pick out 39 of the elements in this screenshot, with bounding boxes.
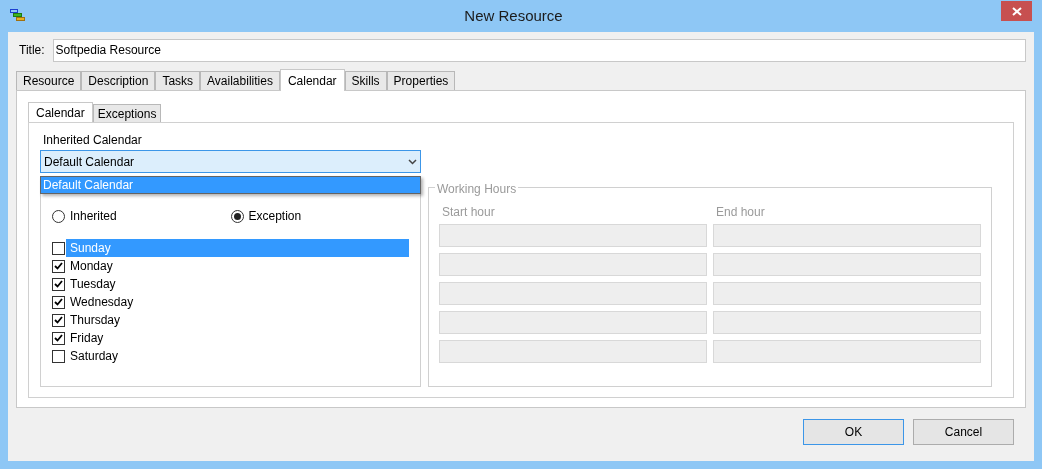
tab[interactable]: Exceptions [92, 104, 162, 122]
checkbox[interactable] [52, 313, 65, 327]
checkbox[interactable] [52, 241, 65, 255]
close-icon [1011, 6, 1022, 16]
close-button[interactable] [1001, 1, 1032, 21]
day-item[interactable]: Tuesday [66, 275, 120, 293]
window-title: New Resource [463, 5, 564, 26]
app-icon [10, 9, 26, 23]
day-item[interactable]: Thursday [66, 311, 125, 329]
tab[interactable]: Calendar [28, 102, 93, 123]
tab[interactable]: Skills [344, 71, 387, 90]
checkbox[interactable] [52, 349, 65, 363]
dialog-button[interactable]: OK [803, 419, 904, 445]
tab[interactable]: Calendar [279, 69, 345, 91]
tab[interactable]: Properties [386, 71, 456, 90]
radio-option[interactable]: Inherited [52, 207, 231, 225]
tab[interactable]: Description [81, 71, 156, 90]
title-field[interactable]: Softpedia Resource [52, 38, 1026, 62]
checkbox[interactable] [52, 331, 65, 345]
day-item[interactable]: Saturday [66, 347, 123, 365]
title-label: Title: [19, 42, 45, 59]
column-header: End hour [715, 204, 766, 221]
checkbox[interactable] [52, 277, 65, 291]
calendar-dropdown[interactable]: Default Calendar [40, 150, 421, 173]
dialog-button[interactable]: Cancel [913, 419, 1014, 445]
checkbox[interactable] [52, 259, 65, 273]
day-item[interactable]: Wednesday [66, 293, 138, 311]
day-item[interactable]: Friday [66, 329, 108, 347]
radio-button[interactable] [52, 209, 65, 223]
tab[interactable]: Tasks [155, 71, 201, 90]
field-label: Inherited Calendar [43, 132, 143, 147]
tab[interactable]: Resource [16, 71, 82, 90]
tab[interactable]: Availabilities [200, 71, 280, 90]
column-header: Start hour [441, 204, 496, 221]
day-item[interactable]: Monday [66, 257, 117, 275]
chevron-down-icon [408, 158, 417, 165]
checkbox[interactable] [52, 295, 65, 309]
radio-button[interactable] [230, 209, 244, 223]
radio-option[interactable]: Exception [230, 207, 409, 225]
